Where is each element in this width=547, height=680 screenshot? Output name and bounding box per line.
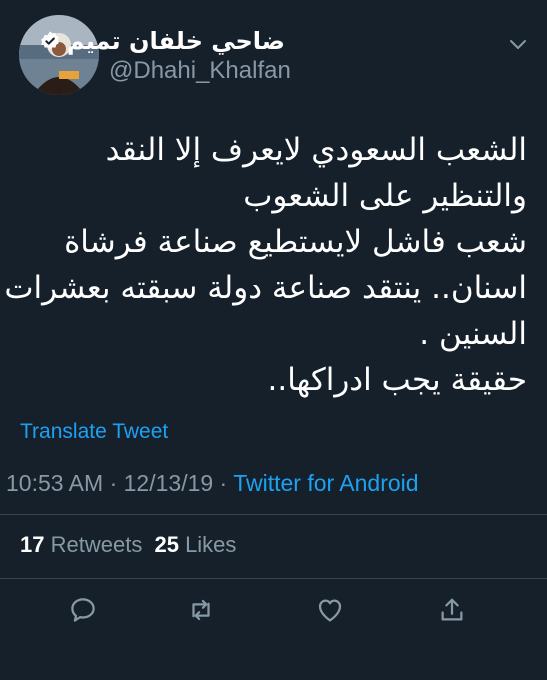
likes-stat[interactable]: 25 Likes bbox=[154, 532, 236, 557]
tweet-stats: 17 Retweets 25 Likes bbox=[20, 532, 236, 558]
verified-badge-icon bbox=[41, 31, 59, 50]
retweets-stat[interactable]: 17 Retweets bbox=[20, 532, 148, 557]
retweet-icon[interactable] bbox=[186, 595, 216, 625]
meta-separator: · bbox=[213, 470, 234, 496]
likes-count: 25 bbox=[154, 532, 179, 557]
tweet-text-line: السنين . bbox=[419, 316, 527, 352]
share-icon[interactable] bbox=[437, 595, 467, 625]
author-display-name-row[interactable]: ضاحي خلفان تميم bbox=[39, 26, 285, 56]
likes-label: Likes bbox=[185, 532, 237, 557]
tweet-actions bbox=[0, 595, 547, 625]
tweet-text-line: شعب فاشل لايستطيع صناعة فرشاة bbox=[64, 224, 527, 260]
reply-icon[interactable] bbox=[68, 595, 98, 625]
tweet-meta: 10:53 AM · 12/13/19 · Twitter for Androi… bbox=[6, 470, 419, 497]
tweet-card: ضاحي خلفان تميم @Dhahi_Khalfan الشعب الس… bbox=[0, 0, 547, 680]
tweet-time[interactable]: 10:53 AM bbox=[6, 470, 103, 496]
meta-separator: · bbox=[103, 470, 124, 496]
tweet-text-line: حقيقة يجب ادراكها.. bbox=[267, 362, 528, 398]
tweet-text-line: اسنان.. ينتقد صناعة دولة سبقته بعشرات bbox=[4, 270, 527, 306]
author-handle[interactable]: @Dhahi_Khalfan bbox=[109, 57, 291, 85]
tweet-source-link[interactable]: Twitter for Android bbox=[233, 470, 418, 496]
divider bbox=[0, 514, 547, 515]
retweets-label: Retweets bbox=[50, 532, 143, 557]
tweet-text: الشعب السعودي لايعرف إلا النقد والتنظير … bbox=[4, 127, 528, 403]
chevron-down-icon[interactable] bbox=[506, 32, 530, 56]
tweet-date[interactable]: 12/13/19 bbox=[124, 470, 214, 496]
author-block: ضاحي خلفان تميم bbox=[39, 26, 285, 56]
divider bbox=[0, 578, 547, 579]
heart-icon[interactable] bbox=[315, 595, 345, 625]
retweets-count: 17 bbox=[20, 532, 45, 557]
translate-tweet-link[interactable]: Translate Tweet bbox=[20, 420, 168, 444]
author-display-name: ضاحي خلفان تميم bbox=[66, 27, 285, 55]
tweet-text-line: والتنظير على الشعوب bbox=[243, 178, 527, 214]
tweet-text-line: الشعب السعودي لايعرف إلا النقد bbox=[105, 132, 527, 168]
